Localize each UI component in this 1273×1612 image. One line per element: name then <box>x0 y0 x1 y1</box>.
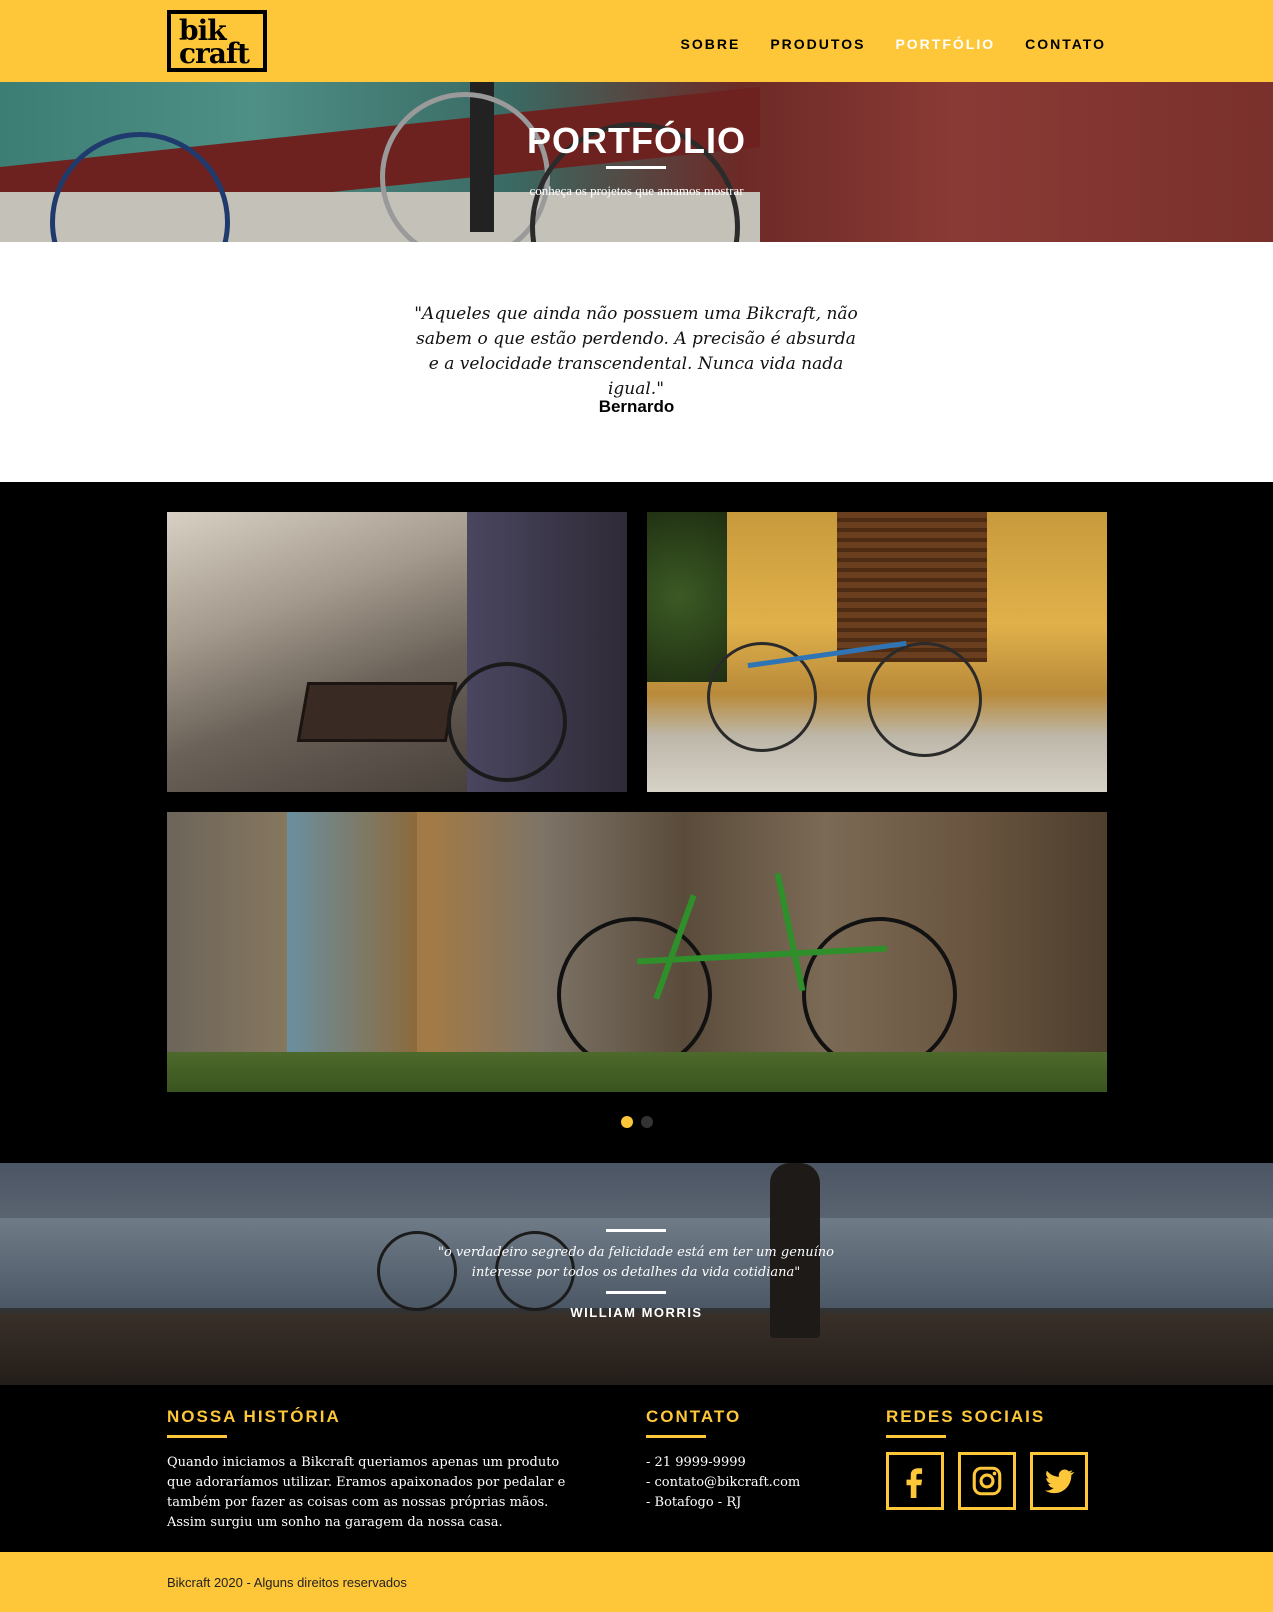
facebook-link[interactable] <box>886 1452 944 1510</box>
page-title: PORTFÓLIO <box>527 120 746 161</box>
banner-divider-top <box>606 1229 666 1232</box>
portfolio-gallery <box>0 482 1273 1163</box>
gallery-photo-street-bikes[interactable] <box>167 512 627 792</box>
footer-social-rule <box>886 1435 946 1438</box>
banner-shore <box>0 1313 1273 1385</box>
slider-dot-2[interactable] <box>641 1116 653 1128</box>
site-footer: NOSSA HISTÓRIA Quando iniciamos a Bikcra… <box>0 1385 1273 1552</box>
hero-divider <box>606 166 666 169</box>
photo-frame <box>774 872 806 992</box>
footer-contact-list: - 21 9999-9999 - contato@bikcraft.com - … <box>646 1453 866 1513</box>
instagram-link[interactable] <box>958 1452 1016 1510</box>
hero-banner <box>0 82 1273 242</box>
site-header: bik craft SOBRE PRODUTOS PORTFÓLIO CONTA… <box>0 0 1273 82</box>
twitter-link[interactable] <box>1030 1452 1088 1510</box>
photo-shutter <box>837 512 987 662</box>
footer-contact-address: - Botafogo - RJ <box>646 1495 742 1510</box>
footer-contact-phone[interactable]: - 21 9999-9999 <box>646 1453 866 1473</box>
banner-author: WILLIAM MORRIS <box>570 1305 703 1320</box>
bikcraft-logo[interactable]: bik craft <box>167 10 267 72</box>
instagram-icon <box>972 1466 1002 1496</box>
slider-dots <box>621 1116 653 1128</box>
twitter-icon <box>1044 1469 1075 1494</box>
photo-wheel <box>557 917 712 1072</box>
copyright-text: Bikcraft 2020 - Alguns direitos reservad… <box>167 1575 407 1590</box>
photo-wheel <box>447 662 567 782</box>
nav-item-contato[interactable]: CONTATO <box>1025 36 1106 52</box>
photo-wheel <box>867 642 982 757</box>
banner-divider-bottom <box>606 1291 666 1294</box>
testimonial-author: Bernardo <box>598 397 675 416</box>
main-nav: SOBRE PRODUTOS PORTFÓLIO CONTATO <box>681 36 1106 52</box>
photo-door <box>287 812 417 1072</box>
copyright-bar: Bikcraft 2020 - Alguns direitos reservad… <box>0 1552 1273 1612</box>
footer-social-title: REDES SOCIAIS <box>886 1407 1046 1426</box>
banner-quote: "o verdadeiro segredo da felicidade está… <box>437 1245 834 1280</box>
photo-wheel <box>802 917 957 1072</box>
footer-contact-title: CONTATO <box>646 1407 742 1426</box>
page-subtitle: conheça os projetos que amamos mostrar <box>529 183 744 198</box>
testimonial-quote: "Aqueles que ainda não possuem uma Bikcr… <box>414 304 858 399</box>
photo-grass <box>167 1052 1107 1092</box>
nav-item-portfolio[interactable]: PORTFÓLIO <box>895 36 995 52</box>
footer-history-rule <box>167 1435 227 1438</box>
nav-item-produtos[interactable]: PRODUTOS <box>770 36 865 52</box>
photo-plant <box>647 512 727 682</box>
footer-contact-email[interactable]: - contato@bikcraft.com <box>646 1473 866 1493</box>
facebook-icon <box>906 1468 923 1498</box>
gallery-photo-yellow-wall-bike[interactable] <box>647 512 1107 792</box>
footer-contact-rule <box>646 1435 706 1438</box>
slider-dot-1[interactable] <box>621 1116 633 1128</box>
nav-item-sobre[interactable]: SOBRE <box>681 36 741 52</box>
testimonial-section: "Aqueles que ainda não possuem uma Bikcr… <box>0 242 1273 482</box>
footer-history-text: Quando iniciamos a Bikcraft queriamos ap… <box>167 1455 566 1530</box>
photo-basket <box>296 682 458 742</box>
gallery-photo-green-bike[interactable] <box>167 812 1107 1092</box>
logo-line-2: craft <box>179 36 250 70</box>
footer-history-title: NOSSA HISTÓRIA <box>167 1407 341 1426</box>
quote-banner: "o verdadeiro segredo da felicidade está… <box>0 1163 1273 1385</box>
